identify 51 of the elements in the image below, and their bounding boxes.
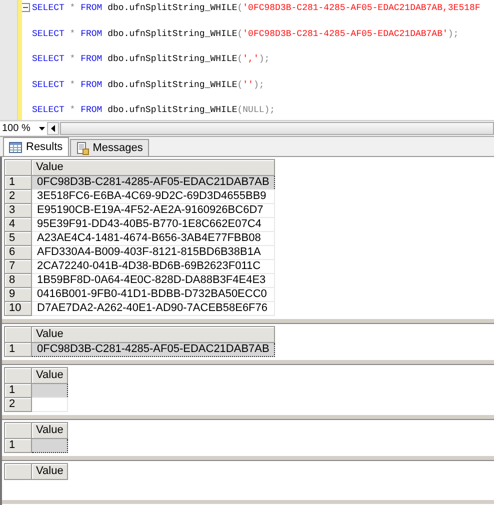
- column-header[interactable]: Value: [32, 464, 68, 480]
- table-cell[interactable]: E95190CB-E19A-4F52-AE2A-9160926BC6D7: [32, 204, 275, 218]
- column-header[interactable]: Value: [32, 368, 68, 384]
- row-number[interactable]: 4: [4, 218, 32, 232]
- table-cell[interactable]: A23AE4C4-1481-4674-B656-3AB4E77FBB08: [32, 232, 275, 246]
- horizontal-scrollbar[interactable]: [47, 122, 494, 135]
- code-line: SELECT * FROM dbo.ufnSplitString_WHILE('0FC98D3B-C281-4285-AF05-EDAC21DAB7AB');: [32, 28, 460, 41]
- table-cell[interactable]: 0416B001-9FB0-41D1-BDBB-D732BA50ECC0: [32, 288, 275, 302]
- grid-corner-header: [4, 368, 32, 384]
- table-cell[interactable]: 3E518FC6-E6BA-4C69-9D2C-69D3D4655BB9: [32, 190, 275, 204]
- row-number[interactable]: 7: [4, 260, 32, 274]
- table-cell[interactable]: [32, 384, 68, 398]
- row-number[interactable]: 2: [4, 190, 32, 204]
- table-cell[interactable]: 95E39F91-DD43-40B5-B770-1E8C662E07C4: [32, 218, 275, 232]
- code-line: SELECT * FROM dbo.ufnSplitString_WHILE(',');: [32, 53, 271, 66]
- row-number[interactable]: 6: [4, 246, 32, 260]
- table-cell[interactable]: AFD330A4-B009-403F-8121-815BD6B38B1A: [32, 246, 275, 260]
- row-number[interactable]: 2: [4, 398, 32, 412]
- table-cell[interactable]: [32, 438, 68, 452]
- row-number[interactable]: 1: [4, 384, 32, 398]
- table-cell[interactable]: 0FC98D3B-C281-4285-AF05-EDAC21DAB7AB: [32, 342, 275, 356]
- grid-corner-header: [4, 326, 32, 342]
- table-cell[interactable]: 2CA72240-041B-4D38-BD6B-69B2623F011C: [32, 260, 275, 274]
- row-number[interactable]: 1: [4, 342, 32, 356]
- grid-icon: [9, 142, 22, 152]
- row-number[interactable]: 1: [4, 438, 32, 452]
- column-header[interactable]: Value: [32, 160, 275, 176]
- row-number[interactable]: 10: [4, 302, 32, 316]
- document-icon: [76, 142, 89, 154]
- row-number[interactable]: 3: [4, 204, 32, 218]
- row-number[interactable]: 9: [4, 288, 32, 302]
- column-header[interactable]: Value: [32, 326, 275, 342]
- row-number[interactable]: 5: [4, 232, 32, 246]
- row-number[interactable]: 1: [4, 176, 32, 190]
- column-header[interactable]: Value: [32, 422, 68, 438]
- code-line: SELECT * FROM dbo.ufnSplitString_WHILE('0FC98D3B-C281-4285-AF05-EDAC21DAB7AB,3E518F: [32, 2, 482, 15]
- grid-corner-header: [4, 422, 32, 438]
- results-tab[interactable]: Results: [3, 137, 69, 156]
- grid-corner-header: [4, 464, 32, 480]
- zoom-dropdown[interactable]: 100 %: [0, 122, 47, 135]
- row-number[interactable]: 8: [4, 274, 32, 288]
- table-cell[interactable]: 0FC98D3B-C281-4285-AF05-EDAC21DAB7AB: [32, 176, 275, 190]
- grid-corner-header: [4, 160, 32, 176]
- table-cell[interactable]: 1B59BF8D-0A64-4E0C-828D-DA88B3F4E4E3: [32, 274, 275, 288]
- results-tab[interactable]: Messages: [70, 139, 149, 156]
- code-line: SELECT * FROM dbo.ufnSplitString_WHILE('');: [32, 78, 266, 92]
- table-cell[interactable]: D7AE7DA2-A262-40E1-AD90-7ACEB58E6F76: [32, 302, 275, 316]
- code-line: SELECT * FROM dbo.ufnSplitString_WHILE(NULL);: [32, 104, 276, 118]
- dropdown-caret-icon: [39, 126, 45, 130]
- collapse-icon[interactable]: [22, 3, 30, 12]
- left-arrow-icon[interactable]: [51, 125, 55, 132]
